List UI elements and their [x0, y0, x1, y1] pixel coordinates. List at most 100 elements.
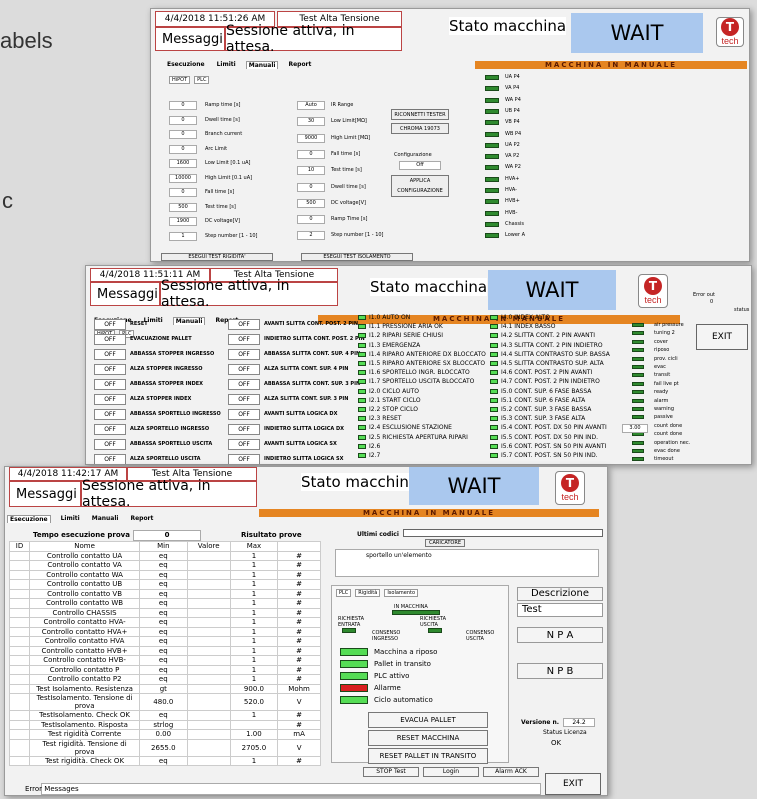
insulation-value-field[interactable]: 2: [297, 231, 325, 241]
tab-manual[interactable]: Manuali: [245, 61, 279, 69]
hipot-value-field[interactable]: 0: [169, 188, 197, 197]
messages-label: Messaggi: [155, 27, 225, 51]
off-toggle-button[interactable]: OFF: [228, 364, 260, 375]
license-value: OK: [551, 739, 562, 747]
tab-plc[interactable]: PLC: [194, 76, 210, 84]
tab-insulation[interactable]: Isolamento: [384, 589, 419, 597]
table-cell: #: [277, 719, 321, 730]
table-cell: 1: [229, 607, 279, 618]
off-toggle-button[interactable]: OFF: [228, 409, 260, 420]
insulation-value-field[interactable]: 0: [297, 215, 325, 225]
off-toggle-button[interactable]: OFF: [94, 424, 126, 435]
off-toggle-button[interactable]: OFF: [228, 424, 260, 435]
output-label: AVANTI SLITTA LOGICA DX: [264, 411, 338, 417]
off-toggle-button[interactable]: OFF: [94, 379, 126, 390]
npa-field: N P A: [517, 627, 603, 643]
status-label: evac: [654, 364, 666, 370]
hipot-value-field[interactable]: 0: [169, 115, 197, 125]
hipot-value-field[interactable]: 0: [169, 144, 197, 154]
contact-label: HVA-: [505, 187, 517, 193]
exec-insulation-button[interactable]: ESEGUI TEST ISOLAMENTO: [301, 253, 413, 261]
off-toggle-button[interactable]: OFF: [228, 319, 260, 330]
off-toggle-button[interactable]: OFF: [228, 334, 260, 345]
row-id: [8, 655, 31, 666]
hipot-value-field[interactable]: 0: [169, 101, 197, 110]
tab-execution[interactable]: Esecuzione: [165, 61, 207, 69]
insulation-value-field[interactable]: 10: [297, 166, 325, 176]
apply-config-button[interactable]: APPLICA CONFIGURAZIONE: [391, 175, 449, 197]
evacuate-pallet-button[interactable]: EVACUA PALLET: [368, 712, 488, 728]
table-cell: eq: [139, 550, 188, 561]
main-tabs: Esecuzione Limiti Manuali Report: [165, 61, 313, 69]
hipot-value-field[interactable]: 500: [169, 202, 197, 212]
insulation-value-field[interactable]: 500: [297, 198, 325, 208]
passive-value[interactable]: 3.00: [622, 424, 648, 433]
insulation-value-field[interactable]: 0: [297, 149, 325, 159]
insulation-value-field[interactable]: 9000: [297, 133, 325, 143]
tab-limits[interactable]: Limiti: [59, 515, 82, 523]
exec-hipot-button[interactable]: ESEGUI TEST RIGIDITA': [161, 253, 273, 261]
hipot-value-field[interactable]: 10000: [169, 173, 197, 183]
stop-test-button[interactable]: STOP Test: [363, 767, 419, 777]
hipot-value-field[interactable]: 0: [169, 130, 197, 139]
row-id: [8, 626, 31, 637]
input-led: [490, 379, 498, 385]
insulation-value-field[interactable]: 30: [297, 117, 325, 127]
config-select[interactable]: Off: [399, 161, 441, 170]
tab-manual[interactable]: Manuali: [172, 317, 206, 325]
tab-report[interactable]: Report: [128, 515, 155, 523]
off-toggle-button[interactable]: OFF: [94, 319, 126, 330]
insulation-value-field[interactable]: 0: [297, 182, 325, 192]
reset-machine-button[interactable]: RESET MACCHINA: [368, 730, 488, 746]
table-cell: Test rigidità Corrente: [29, 729, 141, 740]
tab-report[interactable]: Report: [286, 61, 313, 69]
off-toggle-button[interactable]: OFF: [94, 364, 126, 375]
tab-rigidity[interactable]: Rigidità: [355, 589, 381, 597]
off-toggle-button[interactable]: OFF: [94, 439, 126, 450]
off-toggle-button[interactable]: OFF: [228, 439, 260, 450]
off-toggle-button[interactable]: OFF: [94, 409, 126, 420]
off-toggle-button[interactable]: OFF: [94, 454, 126, 464]
off-toggle-button[interactable]: OFF: [94, 334, 126, 345]
exit-button[interactable]: EXIT: [545, 773, 601, 795]
loader-button[interactable]: CARICATORE: [425, 539, 465, 547]
hipot-value-field[interactable]: 1: [169, 231, 197, 241]
tab-execution[interactable]: Esecuzione: [7, 515, 51, 523]
input-led: [358, 324, 366, 330]
off-toggle-button[interactable]: OFF: [228, 394, 260, 405]
last-read-field[interactable]: [403, 529, 603, 537]
chroma-button[interactable]: CHROMA 19073: [391, 123, 449, 134]
insulation-param-label: DC voltage[V]: [331, 199, 366, 206]
off-toggle-button[interactable]: OFF: [228, 379, 260, 390]
table-cell: TestIsolamento. Check OK: [29, 710, 141, 721]
table-cell: 1: [229, 617, 279, 628]
table-cell: [186, 579, 231, 590]
hipot-value-field[interactable]: 1900: [169, 217, 197, 226]
insulation-value-field[interactable]: Auto: [297, 101, 325, 110]
off-toggle-button[interactable]: OFF: [94, 349, 126, 360]
exit-button[interactable]: EXIT: [696, 324, 748, 350]
input-led: [490, 388, 498, 394]
input-label: I1.4 RIPARO ANTERIORE DX BLOCCATO: [369, 350, 486, 358]
tab-limits[interactable]: Limiti: [215, 61, 238, 69]
input-label: I5.0 CONT. SUP. 6 FASE BASSA: [501, 387, 592, 395]
contact-label: WA P4: [505, 96, 521, 103]
machine-status-badge: WAIT: [488, 270, 616, 310]
flow-consent-in: CONSENSO INGRESSO: [372, 630, 401, 642]
off-toggle-button[interactable]: OFF: [228, 454, 260, 464]
hipot-value-field[interactable]: 1600: [169, 159, 197, 168]
login-button[interactable]: Login: [423, 767, 479, 777]
tab-manual[interactable]: Manuali: [90, 515, 121, 523]
off-toggle-button[interactable]: OFF: [94, 394, 126, 405]
off-toggle-button[interactable]: OFF: [228, 349, 260, 360]
alarm-ack-button[interactable]: Alarm ACK: [483, 767, 539, 777]
input-led: [490, 416, 498, 422]
input-label: I1.6 SPORTELLO INGR. BLOCCATO: [369, 369, 470, 377]
table-cell: #: [277, 579, 321, 590]
tab-hipot[interactable]: HiPOT: [169, 76, 191, 84]
reconnect-tester-button[interactable]: RICONNETTI TESTER: [391, 109, 449, 120]
table-cell: Controllo contatto VA: [29, 560, 141, 571]
tab-plc-panel[interactable]: PLC: [336, 589, 352, 597]
table-cell: [186, 719, 231, 730]
reset-pallet-button[interactable]: RESET PALLET IN TRANSITO: [368, 748, 488, 764]
